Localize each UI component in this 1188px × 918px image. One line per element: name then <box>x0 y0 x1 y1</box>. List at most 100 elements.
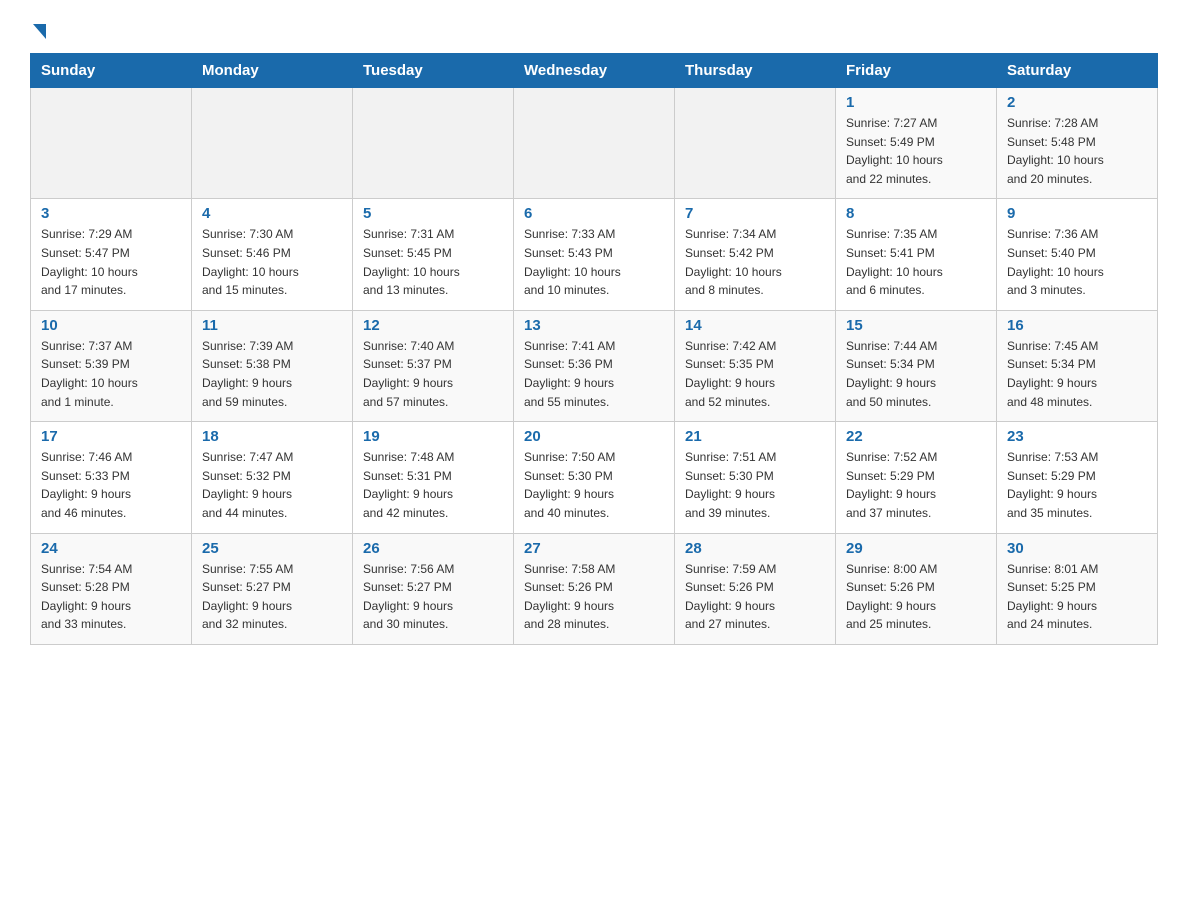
day-info: Sunrise: 7:50 AMSunset: 5:30 PMDaylight:… <box>524 448 664 522</box>
day-info: Sunrise: 7:29 AMSunset: 5:47 PMDaylight:… <box>41 225 181 299</box>
day-number: 26 <box>363 540 503 557</box>
calendar-cell: 29 Sunrise: 8:00 AMSunset: 5:26 PMDayligh… <box>836 533 997 644</box>
day-number: 13 <box>524 317 664 334</box>
calendar-cell: 8 Sunrise: 7:35 AMSunset: 5:41 PMDaylight… <box>836 199 997 310</box>
day-number: 8 <box>846 205 986 222</box>
day-number: 25 <box>202 540 342 557</box>
calendar-cell: 13 Sunrise: 7:41 AMSunset: 5:36 PMDayligh… <box>514 310 675 421</box>
page-header <box>30 20 1158 35</box>
calendar-header-row: SundayMondayTuesdayWednesdayThursdayFrid… <box>31 54 1158 88</box>
day-info: Sunrise: 7:44 AMSunset: 5:34 PMDaylight:… <box>846 337 986 411</box>
calendar-cell: 17 Sunrise: 7:46 AMSunset: 5:33 PMDayligh… <box>31 422 192 533</box>
day-info: Sunrise: 7:46 AMSunset: 5:33 PMDaylight:… <box>41 448 181 522</box>
day-info: Sunrise: 7:40 AMSunset: 5:37 PMDaylight:… <box>363 337 503 411</box>
day-header-sunday: Sunday <box>31 54 192 88</box>
calendar-cell: 15 Sunrise: 7:44 AMSunset: 5:34 PMDayligh… <box>836 310 997 421</box>
day-info: Sunrise: 7:39 AMSunset: 5:38 PMDaylight:… <box>202 337 342 411</box>
calendar-cell <box>192 88 353 199</box>
calendar-cell: 26 Sunrise: 7:56 AMSunset: 5:27 PMDayligh… <box>353 533 514 644</box>
calendar-cell: 10 Sunrise: 7:37 AMSunset: 5:39 PMDayligh… <box>31 310 192 421</box>
calendar-week-5: 24 Sunrise: 7:54 AMSunset: 5:28 PMDayligh… <box>31 533 1158 644</box>
calendar-cell: 22 Sunrise: 7:52 AMSunset: 5:29 PMDayligh… <box>836 422 997 533</box>
day-number: 19 <box>363 428 503 445</box>
day-info: Sunrise: 7:27 AMSunset: 5:49 PMDaylight:… <box>846 114 986 188</box>
day-number: 22 <box>846 428 986 445</box>
day-number: 3 <box>41 205 181 222</box>
calendar-cell: 3 Sunrise: 7:29 AMSunset: 5:47 PMDaylight… <box>31 199 192 310</box>
day-info: Sunrise: 8:00 AMSunset: 5:26 PMDaylight:… <box>846 560 986 634</box>
day-header-saturday: Saturday <box>997 54 1158 88</box>
day-info: Sunrise: 7:30 AMSunset: 5:46 PMDaylight:… <box>202 225 342 299</box>
calendar-cell <box>675 88 836 199</box>
calendar-cell: 18 Sunrise: 7:47 AMSunset: 5:32 PMDayligh… <box>192 422 353 533</box>
day-info: Sunrise: 7:42 AMSunset: 5:35 PMDaylight:… <box>685 337 825 411</box>
calendar-cell: 5 Sunrise: 7:31 AMSunset: 5:45 PMDaylight… <box>353 199 514 310</box>
day-info: Sunrise: 7:56 AMSunset: 5:27 PMDaylight:… <box>363 560 503 634</box>
calendar-cell: 12 Sunrise: 7:40 AMSunset: 5:37 PMDayligh… <box>353 310 514 421</box>
day-number: 17 <box>41 428 181 445</box>
day-header-wednesday: Wednesday <box>514 54 675 88</box>
day-number: 24 <box>41 540 181 557</box>
calendar-cell: 30Sunrise: 8:01 AMSunset: 5:25 PMDayligh… <box>997 533 1158 644</box>
day-number: 5 <box>363 205 503 222</box>
day-number: 6 <box>524 205 664 222</box>
day-number: 12 <box>363 317 503 334</box>
day-number: 10 <box>41 317 181 334</box>
day-info: Sunrise: 7:41 AMSunset: 5:36 PMDaylight:… <box>524 337 664 411</box>
day-info: Sunrise: 7:45 AMSunset: 5:34 PMDaylight:… <box>1007 337 1147 411</box>
calendar-cell: 4 Sunrise: 7:30 AMSunset: 5:46 PMDaylight… <box>192 199 353 310</box>
day-number: 15 <box>846 317 986 334</box>
calendar-cell: 7 Sunrise: 7:34 AMSunset: 5:42 PMDaylight… <box>675 199 836 310</box>
day-header-friday: Friday <box>836 54 997 88</box>
calendar-cell: 25 Sunrise: 7:55 AMSunset: 5:27 PMDayligh… <box>192 533 353 644</box>
day-number: 14 <box>685 317 825 334</box>
day-info: Sunrise: 7:28 AMSunset: 5:48 PMDaylight:… <box>1007 114 1147 188</box>
logo <box>30 20 46 35</box>
day-info: Sunrise: 7:35 AMSunset: 5:41 PMDaylight:… <box>846 225 986 299</box>
calendar-week-4: 17 Sunrise: 7:46 AMSunset: 5:33 PMDayligh… <box>31 422 1158 533</box>
calendar-week-2: 3 Sunrise: 7:29 AMSunset: 5:47 PMDaylight… <box>31 199 1158 310</box>
day-info: Sunrise: 7:33 AMSunset: 5:43 PMDaylight:… <box>524 225 664 299</box>
day-number: 7 <box>685 205 825 222</box>
day-info: Sunrise: 7:54 AMSunset: 5:28 PMDaylight:… <box>41 560 181 634</box>
day-info: Sunrise: 7:52 AMSunset: 5:29 PMDaylight:… <box>846 448 986 522</box>
day-number: 18 <box>202 428 342 445</box>
calendar-cell: 9 Sunrise: 7:36 AMSunset: 5:40 PMDaylight… <box>997 199 1158 310</box>
day-number: 9 <box>1007 205 1147 222</box>
calendar-cell <box>31 88 192 199</box>
calendar-cell: 28Sunrise: 7:59 AMSunset: 5:26 PMDayligh… <box>675 533 836 644</box>
calendar-cell <box>353 88 514 199</box>
calendar-cell: 6 Sunrise: 7:33 AMSunset: 5:43 PMDaylight… <box>514 199 675 310</box>
calendar-cell: 27Sunrise: 7:58 AMSunset: 5:26 PMDayligh… <box>514 533 675 644</box>
day-info: Sunrise: 7:47 AMSunset: 5:32 PMDaylight:… <box>202 448 342 522</box>
calendar-cell: 24 Sunrise: 7:54 AMSunset: 5:28 PMDayligh… <box>31 533 192 644</box>
calendar-cell: 11 Sunrise: 7:39 AMSunset: 5:38 PMDayligh… <box>192 310 353 421</box>
calendar-cell <box>514 88 675 199</box>
day-info: Sunrise: 7:37 AMSunset: 5:39 PMDaylight:… <box>41 337 181 411</box>
calendar-table: SundayMondayTuesdayWednesdayThursdayFrid… <box>30 53 1158 645</box>
day-info: Sunrise: 7:51 AMSunset: 5:30 PMDaylight:… <box>685 448 825 522</box>
day-info: Sunrise: 7:34 AMSunset: 5:42 PMDaylight:… <box>685 225 825 299</box>
day-header-thursday: Thursday <box>675 54 836 88</box>
calendar-cell: 20Sunrise: 7:50 AMSunset: 5:30 PMDayligh… <box>514 422 675 533</box>
calendar-cell: 2 Sunrise: 7:28 AMSunset: 5:48 PMDaylight… <box>997 88 1158 199</box>
calendar-week-3: 10 Sunrise: 7:37 AMSunset: 5:39 PMDayligh… <box>31 310 1158 421</box>
day-info: Sunrise: 7:36 AMSunset: 5:40 PMDaylight:… <box>1007 225 1147 299</box>
day-number: 21 <box>685 428 825 445</box>
day-number: 11 <box>202 317 342 334</box>
day-info: Sunrise: 7:58 AMSunset: 5:26 PMDaylight:… <box>524 560 664 634</box>
day-info: Sunrise: 7:55 AMSunset: 5:27 PMDaylight:… <box>202 560 342 634</box>
day-number: 29 <box>846 540 986 557</box>
day-number: 23 <box>1007 428 1147 445</box>
logo-triangle-icon <box>33 24 46 39</box>
calendar-cell: 16Sunrise: 7:45 AMSunset: 5:34 PMDayligh… <box>997 310 1158 421</box>
day-info: Sunrise: 7:48 AMSunset: 5:31 PMDaylight:… <box>363 448 503 522</box>
day-number: 4 <box>202 205 342 222</box>
day-header-monday: Monday <box>192 54 353 88</box>
day-number: 2 <box>1007 94 1147 111</box>
calendar-cell: 21 Sunrise: 7:51 AMSunset: 5:30 PMDayligh… <box>675 422 836 533</box>
calendar-cell: 19 Sunrise: 7:48 AMSunset: 5:31 PMDayligh… <box>353 422 514 533</box>
calendar-cell: 1Sunrise: 7:27 AMSunset: 5:49 PMDaylight… <box>836 88 997 199</box>
calendar-week-1: 1Sunrise: 7:27 AMSunset: 5:49 PMDaylight… <box>31 88 1158 199</box>
day-info: Sunrise: 7:31 AMSunset: 5:45 PMDaylight:… <box>363 225 503 299</box>
